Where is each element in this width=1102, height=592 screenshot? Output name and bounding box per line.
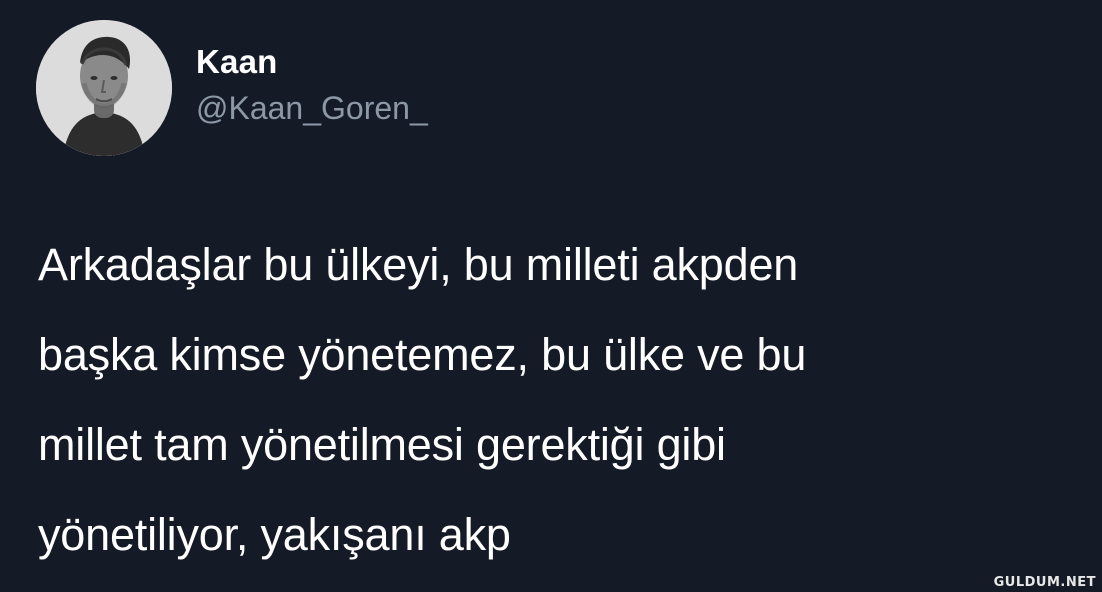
tweet-text-line-4: yönetiliyor, yakışanı akp <box>38 509 511 560</box>
tweet-text-line-1: Arkadaşlar bu ülkeyi, bu milleti akpden <box>38 239 799 290</box>
user-handle[interactable]: @Kaan_Goren_ <box>196 88 428 128</box>
tweet-text: Arkadaşlar bu ülkeyi, bu milleti akpden … <box>38 220 1078 580</box>
tweet-card: Kaan @Kaan_Goren_ Arkadaşlar bu ülkeyi, … <box>0 0 1102 592</box>
user-identity: Kaan @Kaan_Goren_ <box>196 20 428 128</box>
site-watermark: GULDUM.NET <box>993 575 1096 590</box>
avatar[interactable] <box>36 20 172 156</box>
tweet-text-line-2: başka kimse yönetemez, bu ülke ve bu <box>38 329 807 380</box>
tweet-text-line-3: millet tam yönetilmesi gerektiği gibi <box>38 419 726 470</box>
tweet-header: Kaan @Kaan_Goren_ <box>36 20 428 156</box>
profile-photo-icon <box>36 20 172 156</box>
display-name[interactable]: Kaan <box>196 42 428 82</box>
